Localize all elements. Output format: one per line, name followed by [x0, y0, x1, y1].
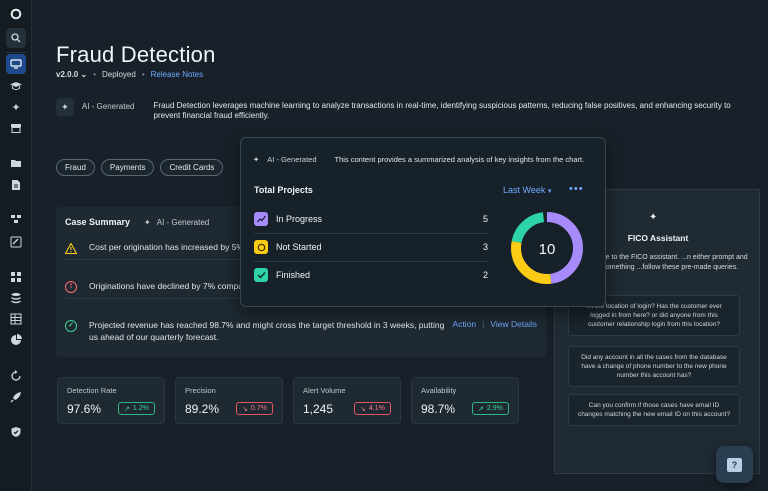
caret-down-icon: ▾: [547, 188, 552, 195]
version-selector[interactable]: v2.0.0 ⌄: [56, 70, 87, 79]
rocket-icon[interactable]: [6, 387, 26, 407]
total-projects-popup: ✦ AI - Generated This content provides a…: [240, 137, 606, 307]
trend-badge: ↘ 4.1%: [354, 402, 391, 415]
metric-card-detection-rate[interactable]: Detection Rate 97.6% ↗ 1.2%: [57, 377, 165, 424]
folder-icon[interactable]: [6, 153, 26, 173]
trend-chart-icon: [254, 212, 268, 226]
warning-icon: [65, 242, 77, 254]
page-title: Fraud Detection: [56, 42, 216, 67]
ai-summary: ✦ AI - Generated Fraud Detection leverag…: [56, 98, 746, 121]
database-icon[interactable]: [6, 288, 26, 308]
donut-center-label: 10: [539, 241, 556, 258]
view-details-link[interactable]: View Details: [490, 319, 537, 329]
period-select[interactable]: Last Week ▾: [503, 185, 551, 195]
version-meta: v2.0.0 ⌄ • Deployed • Release Notes: [56, 70, 204, 79]
project-row-not-started[interactable]: Not Started 3: [254, 236, 488, 262]
project-row-finished[interactable]: Finished 2: [254, 264, 488, 286]
sparkle-icon: ✦: [144, 217, 151, 227]
metric-card-availability[interactable]: Availability 98.7% ↗ 2.9%: [411, 377, 519, 424]
ai-summary-text: Fraud Detection leverages machine learni…: [153, 101, 731, 120]
edit-checklist-icon[interactable]: [6, 232, 26, 252]
metric-card-precision[interactable]: Precision 89.2% ↘ 0.7%: [175, 377, 283, 424]
sparkle-icon: ✦: [56, 98, 74, 116]
tag-list: Fraud Payments Credit Cards: [56, 159, 224, 176]
suggested-query[interactable]: Did any account in all the cases from th…: [568, 346, 740, 387]
sparkle-icon: ✦: [649, 212, 658, 223]
dashboard-icon[interactable]: [6, 267, 26, 287]
suggested-query[interactable]: Can you confirm if those cases have emai…: [568, 394, 740, 426]
case-actions: Action | View Details: [452, 319, 537, 329]
ai-generated-label: AI - Generated: [81, 102, 135, 111]
tag-fraud[interactable]: Fraud: [56, 159, 95, 176]
tag-payments[interactable]: Payments: [100, 159, 155, 176]
trend-down-icon: ↘: [360, 405, 366, 413]
sparkle-icon[interactable]: ✦: [6, 97, 26, 117]
action-link[interactable]: Action: [453, 319, 477, 329]
graduation-cap-icon[interactable]: [6, 76, 26, 96]
deploy-status: Deployed: [102, 70, 136, 79]
projects-donut-chart: 10: [511, 212, 583, 284]
shield-icon[interactable]: [6, 422, 26, 442]
pending-circle-icon: [254, 240, 268, 254]
popup-title: Total Projects: [254, 185, 313, 195]
pie-chart-icon[interactable]: [6, 330, 26, 350]
search-icon[interactable]: [6, 28, 26, 48]
more-options-icon[interactable]: •••: [569, 183, 584, 195]
ai-generated-badge: ✦ AI - Generated: [144, 217, 210, 227]
refresh-icon[interactable]: [6, 366, 26, 386]
check-circle-icon: ✓: [65, 320, 77, 332]
ai-generated-badge: ✦ AI - Generated This content provides a…: [253, 155, 585, 164]
popup-description: This content provides a summarized analy…: [334, 155, 585, 164]
trend-up-icon: ↗: [478, 405, 484, 413]
chevron-down-icon: ⌄: [80, 70, 88, 79]
monitor-icon[interactable]: [6, 54, 26, 74]
release-notes-link[interactable]: Release Notes: [151, 70, 203, 79]
logo-icon: [6, 4, 26, 24]
error-icon: !: [65, 281, 77, 293]
metric-card-alert-volume[interactable]: Alert Volume 1,245 ↘ 4.1%: [293, 377, 401, 424]
project-row-in-progress[interactable]: In Progress 5: [254, 208, 488, 234]
sparkle-icon: ✦: [253, 155, 260, 164]
help-button[interactable]: ?: [716, 446, 753, 483]
nav-rail: ✦: [0, 0, 32, 491]
trend-up-icon: ↗: [124, 405, 130, 413]
table-icon[interactable]: [6, 309, 26, 329]
trend-badge: ↘ 0.7%: [236, 402, 273, 415]
trend-badge: ↗ 2.9%: [472, 402, 509, 415]
trend-down-icon: ↘: [242, 405, 248, 413]
store-icon[interactable]: [6, 118, 26, 138]
trend-badge: ↗ 1.2%: [118, 402, 155, 415]
help-icon: ?: [727, 457, 742, 472]
checkmark-icon: [254, 268, 268, 282]
workflow-icon[interactable]: [6, 209, 26, 229]
case-summary-title: Case Summary: [65, 217, 131, 227]
document-icon[interactable]: [6, 175, 26, 195]
tag-credit-cards[interactable]: Credit Cards: [160, 159, 224, 176]
